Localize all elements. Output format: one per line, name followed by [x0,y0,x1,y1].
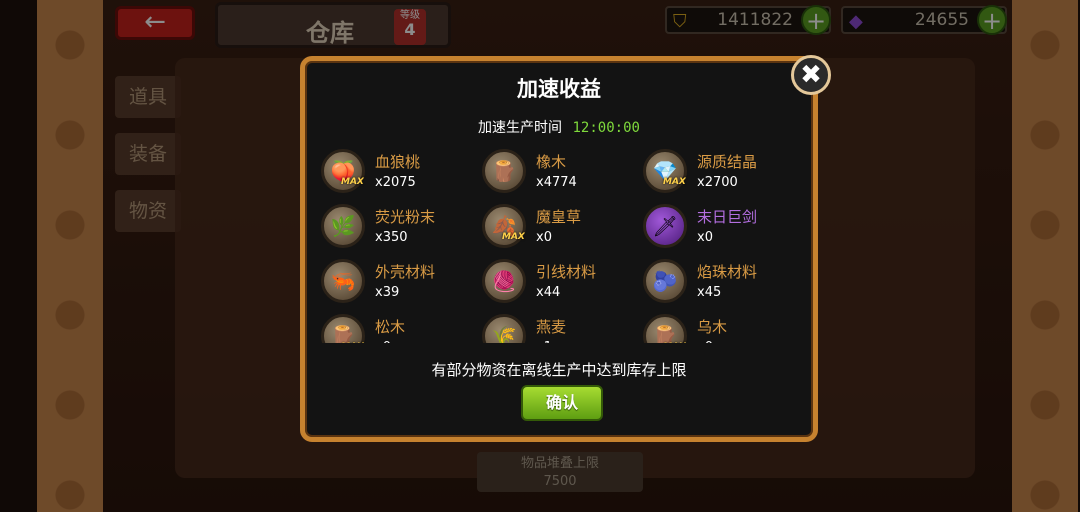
item-qty: x2075 [375,175,416,190]
reward-item: 💎 MAX 源质结晶 x2700 [641,147,799,197]
item-name: 源质结晶 [697,153,758,171]
reward-item: 🍂 MAX 魔皇草 x0 [480,202,640,252]
storage-limit-notice: 有部分物资在离线生产中达到库存上限 [431,361,687,379]
item-name: 血狼桃 [375,153,421,171]
powder-icon: 🌿 [321,204,365,248]
reward-items-grid[interactable]: 🍑 MAX 血狼桃 x2075 🪵 橡木 x4774 💎 MAX 源质结晶 x2… [319,147,799,343]
pine-log-icon: 🪵 [321,314,365,343]
ebony-log-icon: 🪵 [643,314,687,343]
item-qty: x0 [697,340,713,343]
item-qty: x45 [697,285,722,300]
reward-item: 🦐 外壳材料 x39 [319,257,479,307]
item-qty: x0 [375,340,391,343]
max-badge: MAX [663,342,686,343]
item-name: 焰珠材料 [697,263,758,281]
thread-icon: 🧶 [482,259,526,303]
oats-icon: 🌾 [482,314,526,343]
item-name: 燕麦 [536,318,567,336]
item-qty: x0 [536,230,552,245]
item-name: 橡木 [536,153,567,171]
max-badge: MAX [502,232,525,242]
reward-item: 🫐 焰珠材料 x45 [641,257,799,307]
item-qty: x4774 [536,175,577,190]
reward-item: 🪵 橡木 x4774 [480,147,640,197]
beads-icon: 🫐 [643,259,687,303]
accelerate-earnings-dialog: ✖ 加速收益 加速生产时间 12:00:00 🍑 MAX 血狼桃 x2075 🪵… [300,55,831,442]
reward-item: 🌾 燕麦 x1 [480,312,640,343]
max-badge: MAX [341,342,364,343]
confirm-button[interactable]: 确认 [521,385,603,421]
item-qty: x39 [375,285,400,300]
item-name: 松木 [375,318,406,336]
item-qty: x1 [536,340,552,343]
max-badge: MAX [341,177,364,187]
item-name: 魔皇草 [536,208,582,226]
item-name: 引线材料 [536,263,597,281]
item-name: 外壳材料 [375,263,436,281]
accel-time-value: 12:00:00 [572,120,640,136]
reward-item: 🪵 MAX 松木 x0 [319,312,479,343]
accel-time-label: 加速生产时间 [478,120,563,136]
accel-time-row: 加速生产时间 12:00:00 [305,117,813,137]
sword-icon: 🗡 [643,204,687,248]
max-badge: MAX [663,177,686,187]
dialog-title: 加速收益 [517,77,601,101]
item-qty: x0 [697,230,713,245]
reward-item: 🍑 MAX 血狼桃 x2075 [319,147,479,197]
item-name: 乌木 [697,318,728,336]
item-name: 荧光粉末 [375,208,436,226]
item-qty: x44 [536,285,561,300]
item-qty: x350 [375,230,408,245]
log-icon: 🪵 [482,149,526,193]
reward-item: 🌿 荧光粉末 x350 [319,202,479,252]
reward-item: 🪵 MAX 乌木 x0 [641,312,799,343]
shell-icon: 🦐 [321,259,365,303]
reward-item: 🧶 引线材料 x44 [480,257,640,307]
item-name: 末日巨剑 [697,208,758,226]
reward-item: 🗡 末日巨剑 x0 [641,202,799,252]
item-qty: x2700 [697,175,738,190]
